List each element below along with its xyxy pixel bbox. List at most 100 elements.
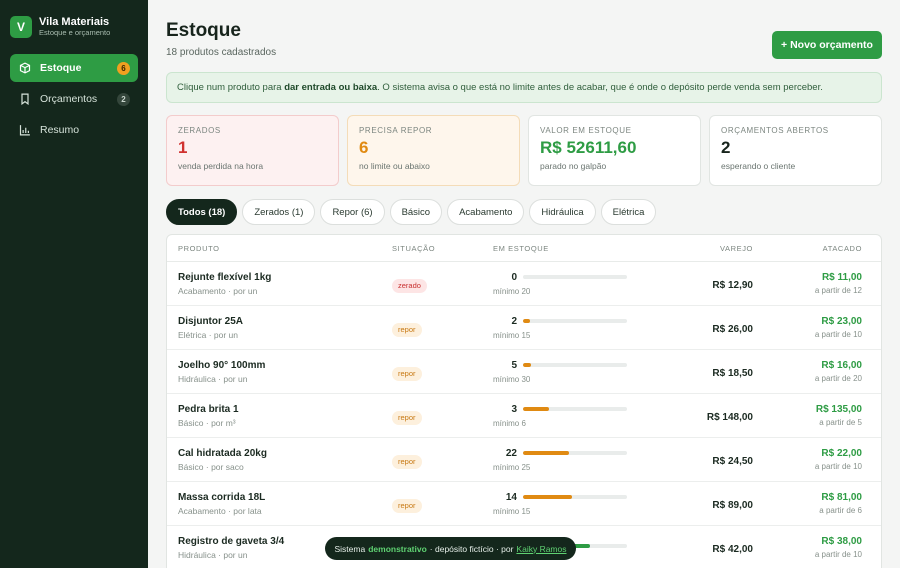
filter-chip[interactable]: Repor (6) [320, 199, 385, 225]
stock-bar-fill [523, 495, 572, 499]
bookmark-icon [18, 92, 32, 106]
table-row[interactable]: Cal hidratada 20kg Básico · por saco repor… [167, 438, 881, 482]
filter-chip[interactable]: Zerados (1) [242, 199, 316, 225]
retail-price: R$ 42,00 [712, 543, 753, 555]
wholesale-note: a partir de 20 [814, 374, 862, 383]
filter-chip[interactable]: Elétrica [600, 199, 657, 225]
open-quotes-card: ORÇAMENTOS ABERTOS 2 esperando o cliente [709, 115, 882, 186]
stock-cell: 22 mínimo 25 [493, 448, 663, 472]
product-name: Rejunte flexível 1kg [178, 271, 272, 283]
stock-bar-fill [523, 451, 569, 455]
page-title: Estoque [166, 20, 241, 41]
wholesale-cell: R$ 81,00 a partir de 6 [753, 492, 873, 515]
stock-cell: 2 mínimo 15 [493, 316, 663, 340]
product-meta: Básico · por saco [178, 461, 244, 472]
retail-price: R$ 148,00 [706, 411, 753, 423]
stock-quantity: 0 [511, 271, 517, 283]
product-name: Massa corrida 18L [178, 491, 266, 503]
wholesale-note: a partir de 6 [819, 506, 862, 515]
stock-line: 5 [493, 360, 663, 371]
status-badge: repor [392, 454, 422, 469]
header-stock: EM ESTOQUE [493, 243, 549, 253]
card-value: R$ 52611,60 [540, 138, 637, 157]
info-banner: Clique num produto para dar entrada ou b… [166, 72, 882, 103]
card-value: 2 [721, 138, 731, 157]
retail-cell: R$ 89,00 [663, 495, 753, 513]
filter-chip[interactable]: Básico [389, 199, 443, 225]
footer-text-middle: · depósito fictício · por [429, 543, 514, 554]
status-badge: repor [392, 410, 422, 425]
status-cell: zerado [392, 275, 493, 293]
status-cell: repor [392, 319, 493, 337]
retail-price: R$ 26,00 [712, 323, 753, 335]
card-note: esperando o cliente [721, 161, 796, 171]
filter-chip[interactable]: Hidráulica [529, 199, 596, 225]
status-badge: zerado [392, 278, 427, 293]
new-quote-button[interactable]: + Novo orçamento [772, 31, 882, 59]
wholesale-price: R$ 23,00 [821, 316, 862, 327]
main-content: Estoque 18 produtos cadastrados + Novo o… [148, 0, 900, 568]
table-header: PRODUTO SITUAÇÃO EM ESTOQUE VAREJO ATACA… [167, 235, 881, 262]
retail-cell: R$ 24,50 [663, 451, 753, 469]
product-cell: Massa corrida 18L Acabamento · por lata [167, 492, 392, 516]
filter-chip[interactable]: Todos (18) [166, 199, 238, 225]
card-note: venda perdida na hora [178, 161, 264, 171]
retail-cell: R$ 12,90 [663, 275, 753, 293]
status-cell: repor [392, 451, 493, 469]
sidebar: V Vila Materiais Estoque e orçamento Est… [0, 0, 148, 568]
brand-name: Vila Materiais [39, 16, 110, 28]
footer-text-before: Sistema [334, 543, 366, 554]
sidebar-nav: Estoque 6 Orçamentos 2 Resumo [0, 54, 148, 144]
table-row[interactable]: Massa corrida 18L Acabamento · por lata re… [167, 482, 881, 526]
author-link[interactable]: Kaiky Ramos [516, 544, 566, 554]
table-row[interactable]: Joelho 90° 100mm Hidráulica · por un repor… [167, 350, 881, 394]
stock-line: 0 [493, 272, 663, 283]
stock-line: 22 [493, 448, 663, 459]
wholesale-note: a partir de 10 [814, 330, 862, 339]
filter-chip[interactable]: Acabamento [447, 199, 525, 225]
info-text-after: . O sistema avisa o que está no limite a… [377, 82, 823, 93]
product-name: Cal hidratada 20kg [178, 447, 267, 459]
wholesale-cell: R$ 38,00 a partir de 10 [753, 536, 873, 559]
status-cell: repor [392, 495, 493, 513]
sidebar-item-estoque[interactable]: Estoque 6 [10, 54, 138, 82]
product-cell: Joelho 90° 100mm Hidráulica · por un [167, 360, 392, 384]
wholesale-cell: R$ 22,00 a partir de 10 [753, 448, 873, 471]
sidebar-item-or-amentos[interactable]: Orçamentos 2 [10, 85, 138, 113]
product-cell: Pedra brita 1 Básico · por m³ [167, 404, 392, 428]
stock-bar [523, 495, 627, 499]
page-subtitle: 18 produtos cadastrados [166, 47, 277, 58]
stock-minimum: mínimo 30 [493, 374, 531, 384]
wholesale-note: a partir de 12 [814, 286, 862, 295]
brand-subtitle: Estoque e orçamento [39, 28, 111, 37]
stock-value-card: VALOR EM ESTOQUE R$ 52611,60 parado no gal… [528, 115, 701, 186]
product-cell: Disjuntor 25A Elétrica · por un [167, 316, 392, 340]
product-name: Disjuntor 25A [178, 315, 244, 327]
wholesale-price: R$ 81,00 [821, 492, 862, 503]
wholesale-note: a partir de 5 [819, 418, 862, 427]
stock-bar [523, 275, 627, 279]
stock-cell: 5 mínimo 30 [493, 360, 663, 384]
card-label: PRECISA REPOR [359, 126, 433, 135]
card-value: 6 [359, 138, 369, 157]
stock-cell: 3 mínimo 6 [493, 404, 663, 428]
table-row[interactable]: Rejunte flexível 1kg Acabamento · por un z… [167, 262, 881, 306]
stock-bar [523, 451, 627, 455]
sidebar-item-resumo[interactable]: Resumo [10, 116, 138, 144]
table-row[interactable]: Disjuntor 25A Elétrica · por un repor 2 míni… [167, 306, 881, 350]
zeroed-card: ZERADOS 1 venda perdida na hora [166, 115, 339, 186]
product-name: Joelho 90° 100mm [178, 359, 266, 371]
wholesale-price: R$ 135,00 [815, 404, 862, 415]
stock-bar-fill [523, 363, 532, 367]
stock-quantity: 14 [505, 491, 517, 503]
retail-price: R$ 24,50 [712, 455, 753, 467]
wholesale-cell: R$ 11,00 a partir de 12 [753, 272, 873, 295]
table-row[interactable]: Pedra brita 1 Básico · por m³ repor 3 mínimo… [167, 394, 881, 438]
box-icon [18, 61, 32, 75]
retail-price: R$ 12,90 [712, 279, 753, 291]
sidebar-item-label: Orçamentos [40, 93, 98, 105]
products-table: PRODUTO SITUAÇÃO EM ESTOQUE VAREJO ATACA… [166, 234, 882, 568]
info-text: Clique num produto para dar entrada ou b… [177, 82, 823, 93]
stock-minimum: mínimo 25 [493, 462, 531, 472]
restock-card: PRECISA REPOR 6 no limite ou abaixo [347, 115, 520, 186]
